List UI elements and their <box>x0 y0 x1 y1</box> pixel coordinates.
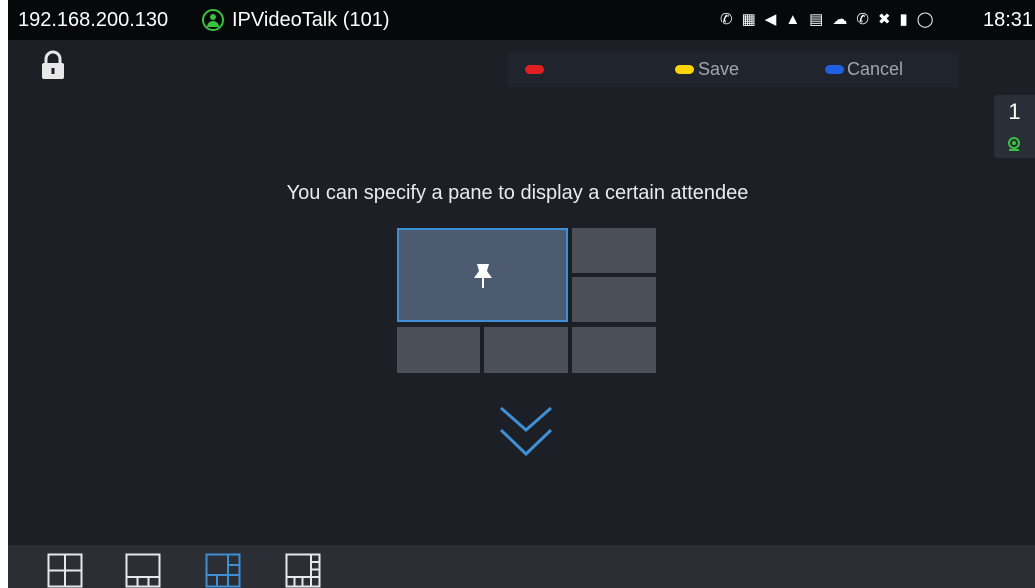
call-forward-icon: ✆ <box>720 11 733 28</box>
contact-icon <box>202 9 224 31</box>
cloud-icon: ☁ <box>832 11 848 28</box>
double-chevron-down-icon <box>499 406 553 457</box>
pane-bottom-left[interactable] <box>397 327 480 373</box>
sim-card-icon: ▤ <box>809 11 824 28</box>
participant-count: 1 <box>1008 99 1021 124</box>
layout-bar <box>8 545 1035 588</box>
mute-icon: ✖ <box>877 11 891 28</box>
battery-icon: ▮ <box>899 11 908 28</box>
layout-1-plus-5-icon[interactable] <box>205 553 241 588</box>
calendar-icon: ▦ <box>741 11 756 28</box>
layout-grid-2x2-icon[interactable] <box>47 553 83 588</box>
main-pane[interactable] <box>397 228 568 322</box>
app-name: IPVideoTalk (101) <box>232 9 390 31</box>
pane-right-middle[interactable] <box>572 277 656 322</box>
pin-icon <box>474 264 492 288</box>
pane-right-top[interactable] <box>572 228 656 273</box>
pane-bottom-center[interactable] <box>484 327 568 373</box>
lock-icon[interactable] <box>38 50 68 80</box>
action-bar: Save Cancel <box>508 53 958 87</box>
sync-icon: ◯ <box>916 11 934 28</box>
signal-icon: ▲ <box>785 11 801 28</box>
save-button[interactable]: Save <box>698 59 739 80</box>
red-key-button[interactable] <box>525 65 544 74</box>
pane-bottom-right[interactable] <box>572 327 656 373</box>
cancel-button[interactable]: Cancel <box>847 59 903 80</box>
volume-icon: ◀ <box>764 11 777 28</box>
participant-count-tab[interactable]: 1 <box>994 95 1035 158</box>
layout-1-plus-7-icon[interactable] <box>285 553 321 588</box>
system-icons: ✆ ▦ ◀ ▲ ▤ ☁ ✆ ✖ ▮ ◯ <box>720 10 934 30</box>
cancel-key-indicator <box>825 65 844 74</box>
screen: 192.168.200.130 IPVideoTalk (101) ✆ ▦ ◀ … <box>8 0 1035 588</box>
ip-address: 192.168.200.130 <box>18 9 169 31</box>
camera-icon <box>1008 137 1020 151</box>
instruction-text: You can specify a pane to display a cert… <box>286 182 749 204</box>
layout-1-plus-3-bottom-icon[interactable] <box>125 553 161 588</box>
clock: 18:31 <box>983 9 1034 31</box>
status-bar: 192.168.200.130 IPVideoTalk (101) ✆ ▦ ◀ … <box>8 0 1035 40</box>
save-key-indicator <box>675 65 694 74</box>
call-icon: ✆ <box>856 11 869 28</box>
